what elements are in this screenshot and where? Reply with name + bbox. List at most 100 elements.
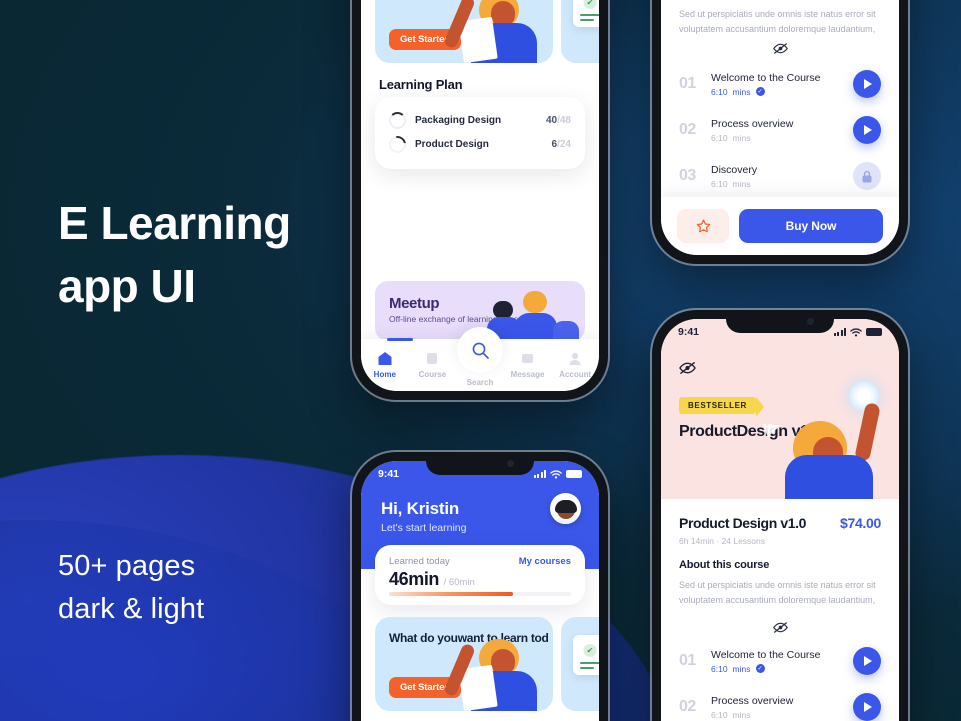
signal-bars-icon [833, 328, 846, 336]
lesson-row[interactable]: 02 Process overview 6:10 mins [661, 684, 899, 721]
plan-progress: 40/48 [545, 114, 571, 126]
lesson-number: 01 [679, 75, 696, 92]
home-greeting: Hi, Kristin [381, 499, 460, 518]
lesson-row[interactable]: 03 Discovery 6:10 mins [661, 153, 899, 199]
progress-ring-icon [385, 132, 410, 156]
phone-mockup-product-detail: 9:41 BESTSELLER ProductDesign v1.0 Produ… [652, 310, 908, 721]
book-icon [425, 352, 440, 366]
play-icon[interactable] [853, 116, 881, 144]
learned-today-minutes: 46min [389, 569, 440, 589]
certificate-icon: ✔ [573, 0, 599, 27]
promo-card-secondary[interactable]: ✔ [561, 0, 599, 63]
eye-off-icon[interactable] [661, 616, 899, 638]
certificate-icon: ✔ [573, 635, 599, 675]
tab-label: Home [373, 369, 396, 379]
star-icon[interactable] [677, 209, 729, 243]
lesson-meta: 6:10 mins [711, 710, 853, 720]
play-icon[interactable] [853, 647, 881, 675]
about-title: About this course [679, 559, 770, 571]
lesson-body: Welcome to the Course 6:10 mins ✓ [711, 649, 853, 674]
product-hero: 9:41 BESTSELLER ProductDesign v1.0 [661, 319, 899, 499]
eye-off-icon[interactable] [661, 39, 899, 57]
lesson-unit: mins [732, 86, 751, 97]
lesson-body: Welcome to the Course 6:10 mins ✓ [711, 72, 853, 97]
lesson-row[interactable]: 01 Welcome to the Course 6:10 mins ✓ [661, 61, 899, 107]
learning-plan-title: Learning Plan [379, 77, 463, 92]
learned-today-value: 46min / 60min [389, 569, 571, 590]
poster-canvas: E Learning app UI 50+ pages dark & light… [0, 0, 961, 721]
message-icon [520, 352, 535, 366]
promo-card-primary[interactable]: What do youwant to learn tod Get Started [375, 0, 553, 63]
lesson-unit: mins [732, 132, 751, 143]
lesson-meta: 6:10 mins [711, 179, 853, 189]
tab-course[interactable]: Course [409, 352, 457, 379]
lesson-duration: 6:10 [711, 178, 728, 189]
lesson-title: Welcome to the Course [711, 71, 821, 84]
list-item[interactable]: Packaging Design 40/48 [389, 108, 571, 132]
tab-label: Course [418, 369, 447, 379]
lesson-title: Welcome to the Course [711, 648, 821, 661]
poster-title-line1: E Learning [58, 197, 291, 249]
phone-mockup-home-top: Hi, Kristin Let's start learning Learned… [352, 0, 608, 400]
learned-today-label: Learned today [389, 556, 450, 567]
tab-label: Account [559, 369, 592, 379]
promo-illustration [442, 629, 553, 711]
learned-today-card[interactable]: Learned today My courses 46min / 60min [375, 545, 585, 605]
lock-icon [853, 162, 881, 190]
lesson-unit: mins [732, 709, 751, 720]
wifi-icon [850, 328, 862, 337]
play-icon[interactable] [853, 693, 881, 721]
check-icon: ✓ [755, 664, 765, 673]
status-time: 9:41 [378, 468, 400, 480]
phone-screen-course-detail: Sed ut perspiciatis unde omnis iste natu… [661, 0, 899, 255]
eye-off-icon[interactable] [679, 361, 696, 380]
meetup-illustration [487, 289, 579, 341]
phone-screen-product-detail: 9:41 BESTSELLER ProductDesign v1.0 Produ… [661, 319, 899, 721]
lesson-row[interactable]: 02 Process overview 6:10 mins [661, 107, 899, 153]
lesson-duration: 6:10 [711, 132, 728, 143]
status-indicators [533, 470, 582, 479]
status-badge: BESTSELLER [679, 397, 764, 417]
plan-progress: 6/24 [551, 138, 571, 150]
battery-icon [566, 470, 582, 478]
progress-ring-icon [389, 111, 406, 129]
tab-message[interactable]: Message [504, 352, 552, 379]
play-icon[interactable] [853, 70, 881, 98]
promo-card-secondary[interactable]: ✔ [561, 617, 599, 711]
phone-mockup-home-bottom: 9:41 Hi, Kristin Let's start learning Le… [352, 452, 608, 721]
person-icon [568, 352, 583, 366]
lesson-unit: mins [732, 663, 751, 674]
lesson-meta: 6:10 mins [711, 133, 853, 143]
lesson-duration: 6:10 [711, 663, 728, 674]
lesson-body: Process overview 6:10 mins [711, 118, 853, 143]
poster-title-line2: app UI [58, 260, 196, 312]
lesson-meta: 6:10 mins ✓ [711, 87, 853, 97]
poster-title: E Learning app UI [58, 192, 388, 318]
lesson-meta: 6:10 mins ✓ [711, 664, 853, 674]
buy-now-button[interactable]: Buy Now [739, 209, 883, 243]
page-title: Product Design v1.0 [679, 515, 806, 531]
lesson-number: 01 [679, 652, 696, 669]
avatar[interactable] [550, 493, 581, 524]
product-illustration [763, 359, 899, 499]
my-courses-link[interactable]: My courses [519, 556, 571, 567]
tab-home[interactable]: Home [361, 338, 413, 379]
lesson-body: Discovery 6:10 mins [711, 164, 853, 189]
lesson-title: Process overview [711, 694, 794, 707]
product-price: $74.00 [839, 515, 881, 531]
lesson-list: 01 Welcome to the Course 6:10 mins ✓ 02 [661, 61, 899, 199]
course-cta-bar: Buy Now [661, 197, 899, 255]
tab-account[interactable]: Account [551, 352, 599, 379]
plan-name: Packaging Design [415, 114, 502, 126]
phone-screen-home-top: Hi, Kristin Let's start learning Learned… [361, 0, 599, 391]
status-time: 9:41 [678, 326, 700, 338]
status-indicators [833, 328, 882, 337]
lesson-unit: mins [732, 178, 751, 189]
lesson-row[interactable]: 01 Welcome to the Course 6:10 mins ✓ [661, 638, 899, 684]
lesson-title: Process overview [711, 117, 794, 130]
lesson-duration: 6:10 [711, 86, 728, 97]
meetup-title: Meetup [389, 295, 440, 312]
tab-search-button[interactable]: Search [457, 327, 503, 387]
list-item[interactable]: Product Design 6/24 [385, 132, 571, 156]
promo-card-primary[interactable]: What do youwant to learn tod Get Started [375, 617, 553, 711]
